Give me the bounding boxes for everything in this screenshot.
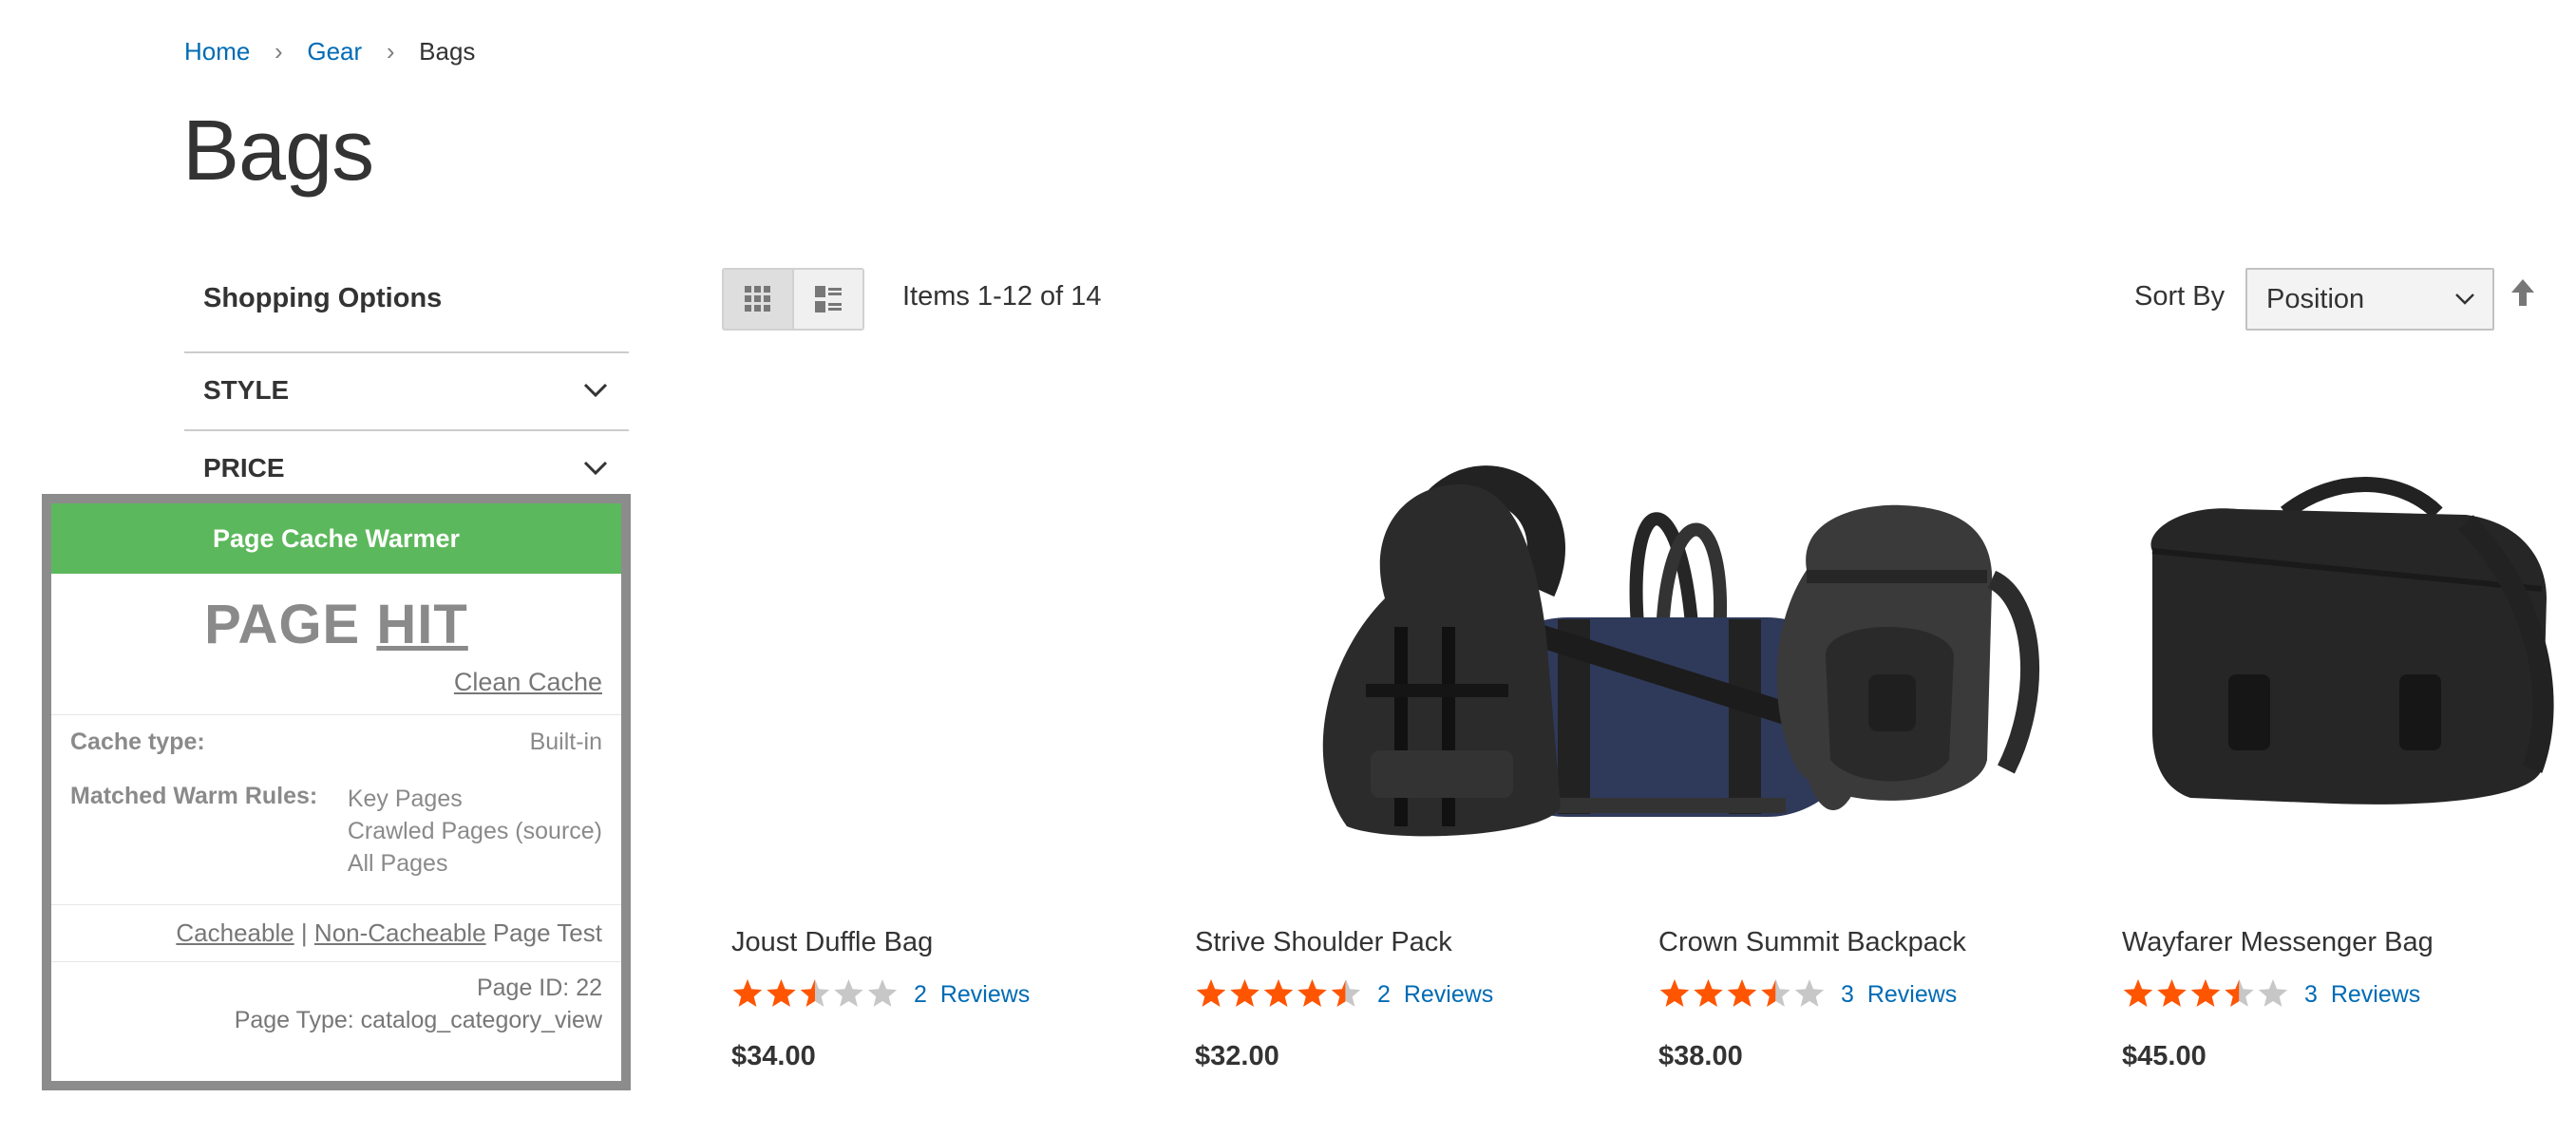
page-title: Bags — [182, 104, 374, 199]
product-image-shoulder-pack[interactable] — [1204, 446, 1641, 845]
star-filled-icon — [1230, 979, 1260, 1007]
non-cacheable-link[interactable]: Non-Cacheable — [314, 918, 486, 947]
filter-style-label: STYLE — [203, 375, 290, 405]
view-mode-switcher — [722, 268, 864, 331]
star-filled-icon — [2157, 979, 2187, 1007]
chevron-down-icon — [583, 383, 608, 398]
product-image-backpack[interactable] — [1664, 446, 2101, 845]
matched-rules-row: Matched Warm Rules: Key Pages Crawled Pa… — [51, 783, 621, 880]
grid-view-button[interactable] — [724, 270, 792, 329]
pipe-separator: | — [300, 918, 308, 947]
product-reviews-link[interactable]: 3 Reviews — [1841, 981, 1957, 1009]
matched-rule: Key Pages — [347, 786, 463, 812]
product-name[interactable]: Strive Shoulder Pack — [1195, 927, 1452, 958]
product-price: $38.00 — [1658, 1041, 1743, 1071]
product-rating: 3 Reviews — [1658, 978, 1957, 1011]
filter-style[interactable]: STYLE — [184, 351, 629, 427]
list-view-button[interactable] — [792, 270, 862, 329]
breadcrumb-gear-link[interactable]: Gear — [307, 37, 362, 66]
star-filled-icon — [767, 979, 796, 1007]
chevron-down-icon — [583, 461, 608, 476]
star-filled-icon — [1263, 979, 1294, 1007]
rating-stars-icon — [732, 979, 898, 1007]
cacheable-link[interactable]: Cacheable — [176, 918, 294, 947]
toolbar-amount: Items 1-12 of 14 — [902, 281, 1102, 312]
page-type: Page Type: catalog_category_view — [234, 1007, 602, 1033]
product-reviews-link[interactable]: 3 Reviews — [2304, 981, 2420, 1009]
star-empty-icon — [867, 979, 898, 1007]
breadcrumb-separator: › — [386, 36, 395, 66]
rating-stars-icon — [1196, 979, 1361, 1007]
product-price: $32.00 — [1195, 1041, 1279, 1071]
star-filled-icon — [1727, 979, 1757, 1007]
cache-status-word: HIT — [376, 594, 468, 655]
star-filled-icon — [1196, 979, 1226, 1007]
star-filled-icon — [1659, 979, 1690, 1007]
product-rating: 2 Reviews — [1195, 978, 1493, 1011]
grid-view-icon — [745, 286, 770, 312]
breadcrumb: Home › Gear › Bags — [184, 34, 475, 68]
matched-rule: Crawled Pages (source) — [347, 818, 602, 844]
breadcrumb-separator: › — [275, 36, 283, 66]
cache-type-row: Cache type: Built-in — [51, 729, 621, 756]
matched-rules-list: Key Pages Crawled Pages (source) All Pag… — [348, 783, 602, 880]
product-rating: 2 Reviews — [731, 978, 1030, 1011]
star-filled-icon — [1694, 979, 1723, 1007]
product-reviews-link[interactable]: 2 Reviews — [1377, 981, 1493, 1009]
product-name[interactable]: Joust Duffle Bag — [731, 927, 933, 958]
star-empty-icon — [1794, 979, 1825, 1007]
chevron-down-icon — [2455, 293, 2474, 305]
star-filled-icon — [732, 979, 763, 1007]
list-view-icon — [815, 286, 842, 312]
matched-rule: All Pages — [347, 850, 448, 877]
star-filled-icon — [2190, 979, 2221, 1007]
breadcrumb-home-link[interactable]: Home — [184, 37, 250, 66]
page-cache-warmer-panel: Page Cache Warmer PAGE HIT Clean Cache C… — [42, 494, 631, 1090]
filter-price-label: PRICE — [203, 453, 285, 483]
breadcrumb-current: Bags — [419, 36, 476, 66]
page-id: Page ID: 22 — [476, 975, 602, 1001]
product-name[interactable]: Crown Summit Backpack — [1658, 927, 1966, 958]
cache-warmer-header: Page Cache Warmer — [51, 503, 621, 574]
product-reviews-link[interactable]: 2 Reviews — [914, 981, 1030, 1009]
clean-cache-link[interactable]: Clean Cache — [454, 668, 602, 696]
matched-rules-label: Matched Warm Rules: — [70, 783, 318, 809]
product-price: $34.00 — [731, 1041, 816, 1071]
product-image-messenger-bag[interactable] — [2124, 446, 2561, 845]
star-empty-icon — [834, 979, 863, 1007]
product-rating: 3 Reviews — [2122, 978, 2420, 1011]
rating-stars-icon — [1659, 979, 1825, 1007]
sort-by-label: Sort By — [2134, 281, 2226, 312]
cache-test-links: Cacheable | Non-Cacheable Page Test — [51, 918, 621, 948]
product-name[interactable]: Wayfarer Messenger Bag — [2122, 927, 2434, 958]
star-empty-icon — [2258, 979, 2288, 1007]
cache-status-prefix: PAGE — [204, 594, 361, 655]
sort-by-select[interactable]: Position — [2245, 268, 2494, 331]
star-filled-icon — [2123, 979, 2153, 1007]
cache-type-value: Built-in — [529, 729, 602, 755]
shopping-options-title: Shopping Options — [203, 283, 443, 313]
cache-type-label: Cache type: — [70, 729, 205, 755]
rating-stars-icon — [2123, 979, 2288, 1007]
sort-by-value: Position — [2266, 283, 2365, 314]
cache-status: PAGE HIT — [51, 593, 621, 656]
page-test-label: Page Test — [492, 918, 602, 947]
product-price: $45.00 — [2122, 1041, 2207, 1071]
star-filled-icon — [1297, 979, 1327, 1007]
sort-ascending-arrow-icon[interactable] — [2510, 277, 2536, 308]
